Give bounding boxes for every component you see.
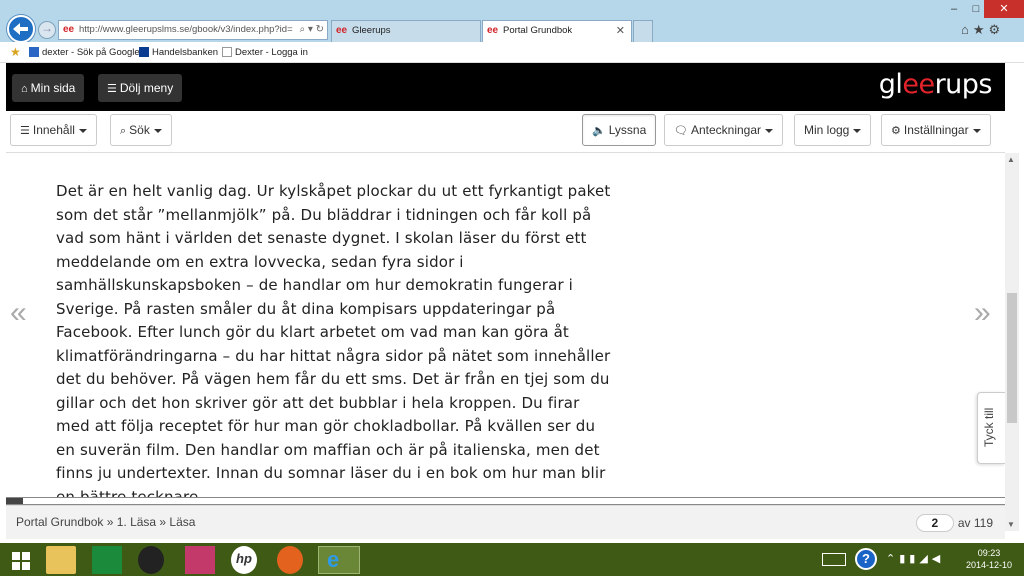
window-maximize-button[interactable]: □ [968, 0, 984, 18]
lyssna-button[interactable]: 🔈 Lyssna [582, 114, 657, 146]
window-minimize-button[interactable]: – [940, 0, 968, 18]
home-icon[interactable]: ⌂ [961, 22, 973, 37]
file-explorer-icon[interactable] [46, 546, 76, 574]
favorite-link-dexter[interactable]: Dexter - Logga in [222, 42, 308, 63]
tab-label: Gleerups [352, 25, 391, 36]
page-scrollbar[interactable]: ▲ ▼ [1005, 153, 1019, 531]
favorite-link-google[interactable]: dexter - Sök på Google [29, 42, 140, 63]
firefox-icon[interactable] [277, 546, 303, 574]
book-progress-bar [6, 497, 1005, 505]
favorites-star-icon[interactable]: ★ [973, 22, 989, 37]
back-button[interactable] [7, 15, 35, 43]
sok-dropdown[interactable]: ⌕ Sök [110, 114, 172, 146]
clock-date: 2014-12-10 [965, 560, 1013, 570]
page-icon [222, 47, 232, 57]
tab-favicon: ee [336, 25, 348, 36]
feedback-label: Tyck till [982, 407, 996, 447]
favorite-link-handelsbanken[interactable]: Handelsbanken [139, 42, 218, 63]
tab-label: Portal Grundbok [503, 25, 573, 36]
book-toolbar: ☰ Innehåll ⌕ Sök 🔈 Lyssna 🗨 Anteckningar Min… [6, 111, 1005, 153]
tray-status-icons[interactable]: ⌃▮▮◢◀ [886, 552, 944, 576]
browser-titlebar: ee http://www.gleerupslms.se/gbook/v3/in… [0, 0, 1024, 43]
google-icon [29, 47, 39, 57]
feedback-tab[interactable]: Tyck till [977, 392, 1005, 464]
ie-e-icon: e [327, 547, 340, 572]
list-icon: ☰ [20, 125, 30, 137]
scroll-down-icon[interactable]: ▼ [1007, 520, 1015, 529]
book-progress-fill [6, 498, 23, 504]
book-page: Det är en helt vanlig dag. Ur kylskåpet … [6, 153, 1005, 497]
favorites-star-icon[interactable]: ★ [10, 42, 21, 63]
comment-icon: 🗨 [674, 125, 688, 137]
gleerups-logo: gleerups [878, 69, 993, 100]
windows-taskbar: hp e ? ⌃▮▮◢◀ 09:23 2014-12-10 [0, 543, 1024, 576]
tab-gleerups[interactable]: ee Gleerups [331, 20, 481, 42]
gear-icon: ⚙ [891, 125, 901, 137]
favorites-bar: ★ dexter - Sök på Google Handelsbanken D… [0, 42, 1024, 63]
page-number-input[interactable]: 2 [915, 514, 954, 532]
tab-favicon: ee [487, 25, 499, 36]
prev-page-arrow[interactable]: « [10, 298, 27, 328]
book-footer: Portal Grundbok » 1. Läsa » Läsa 2 av 119 [6, 505, 1005, 539]
store-icon[interactable] [92, 546, 122, 574]
app-header: ⌂ Min sida ☰ Dölj meny gleerups [6, 63, 1005, 111]
tab-portal-grundbok[interactable]: ee Portal Grundbok ✕ [482, 20, 632, 42]
media-center-icon[interactable] [138, 546, 164, 574]
breadcrumb[interactable]: Portal Grundbok » 1. Läsa » Läsa [16, 515, 195, 529]
scroll-up-icon[interactable]: ▲ [1007, 155, 1015, 164]
page-paragraph: Det är en helt vanlig dag. Ur kylskåpet … [56, 182, 611, 497]
anteckningar-dropdown[interactable]: 🗨 Anteckningar [664, 114, 784, 146]
window-close-button[interactable]: ✕ [984, 0, 1024, 18]
help-icon[interactable]: ? [855, 548, 877, 570]
forward-button[interactable] [38, 21, 56, 39]
address-tools-icon[interactable]: ⌕ ▾ ↻ [296, 21, 324, 39]
pager: 2 av 119 [915, 514, 993, 532]
settings-gear-icon[interactable]: ⚙ [989, 22, 1005, 37]
clock-time: 09:23 [977, 548, 1001, 558]
bank-icon [139, 47, 149, 57]
hp-icon[interactable]: hp [231, 546, 257, 574]
address-bar[interactable]: ee http://www.gleerupslms.se/gbook/v3/in… [58, 20, 328, 40]
page-total-label: av 119 [957, 516, 993, 530]
start-button[interactable] [8, 546, 38, 574]
innehall-dropdown[interactable]: ☰ Innehåll [10, 114, 97, 146]
search-icon: ⌕ [120, 125, 127, 137]
caret-down-icon [78, 128, 87, 133]
apps-icon[interactable] [185, 546, 215, 574]
address-url: http://www.gleerupslms.se/gbook/v3/index… [79, 24, 293, 35]
scroll-thumb[interactable] [1007, 293, 1017, 423]
new-tab-button[interactable] [633, 20, 653, 42]
next-page-arrow[interactable]: » [974, 298, 991, 328]
tab-close-icon[interactable]: ✕ [616, 21, 625, 41]
min-sida-button[interactable]: ⌂ Min sida [12, 74, 85, 102]
keyboard-icon[interactable] [822, 553, 846, 566]
home-icon: ⌂ [21, 83, 28, 95]
menu-icon: ☰ [107, 83, 117, 95]
caret-down-icon [853, 128, 862, 133]
min-logg-dropdown[interactable]: Min logg [794, 114, 872, 146]
site-favicon: ee [63, 24, 75, 35]
dolj-meny-button[interactable]: ☰ Dölj meny [98, 74, 183, 102]
caret-down-icon [153, 128, 162, 133]
caret-down-icon [972, 128, 981, 133]
clock[interactable]: 09:23 2014-12-10 [964, 547, 1014, 576]
caret-down-icon [765, 128, 774, 133]
installningar-dropdown[interactable]: ⚙ Inställningar [881, 114, 991, 146]
internet-explorer-icon[interactable]: e [318, 546, 360, 574]
speaker-icon: 🔈 [592, 125, 606, 137]
